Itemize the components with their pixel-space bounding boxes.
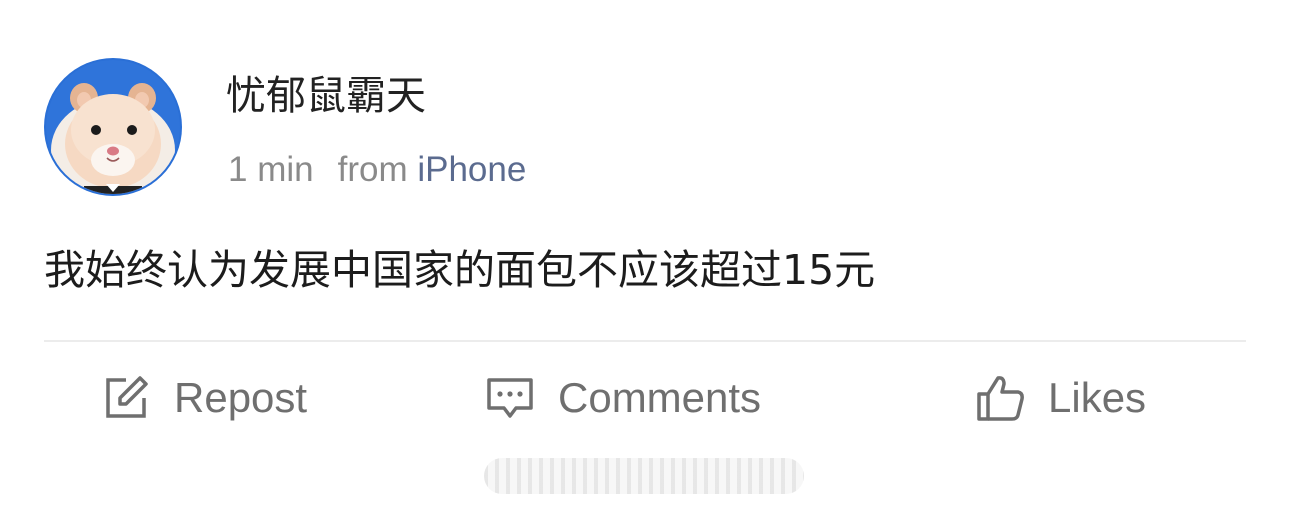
post-time: 1 min	[228, 150, 314, 189]
source-link[interactable]: iPhone	[417, 150, 526, 189]
hamster-avatar-icon	[44, 58, 182, 196]
repost-label: Repost	[174, 374, 308, 421]
comment-icon	[484, 372, 536, 424]
avatar[interactable]	[44, 58, 182, 196]
thumbs-up-icon	[974, 372, 1026, 424]
post-content: 我始终认为发展中国家的面包不应该超过15元	[44, 246, 876, 294]
post-meta: 1 min from iPhone	[228, 148, 526, 192]
repost-button[interactable]: Repost	[100, 370, 307, 426]
comments-label: Comments	[558, 374, 762, 421]
from-prefix: from	[337, 150, 408, 189]
weibo-post-card: 忧郁鼠霸天 1 min from iPhone 我始终认为发展中国家的面包不应该超…	[0, 0, 1290, 505]
comments-button[interactable]: Comments	[484, 370, 761, 426]
likes-button[interactable]: Likes	[974, 370, 1146, 426]
divider	[44, 340, 1246, 342]
username[interactable]: 忧郁鼠霸天	[226, 70, 426, 122]
edit-icon	[100, 372, 152, 424]
likes-label: Likes	[1048, 374, 1147, 421]
obscured-watermark	[484, 458, 804, 494]
